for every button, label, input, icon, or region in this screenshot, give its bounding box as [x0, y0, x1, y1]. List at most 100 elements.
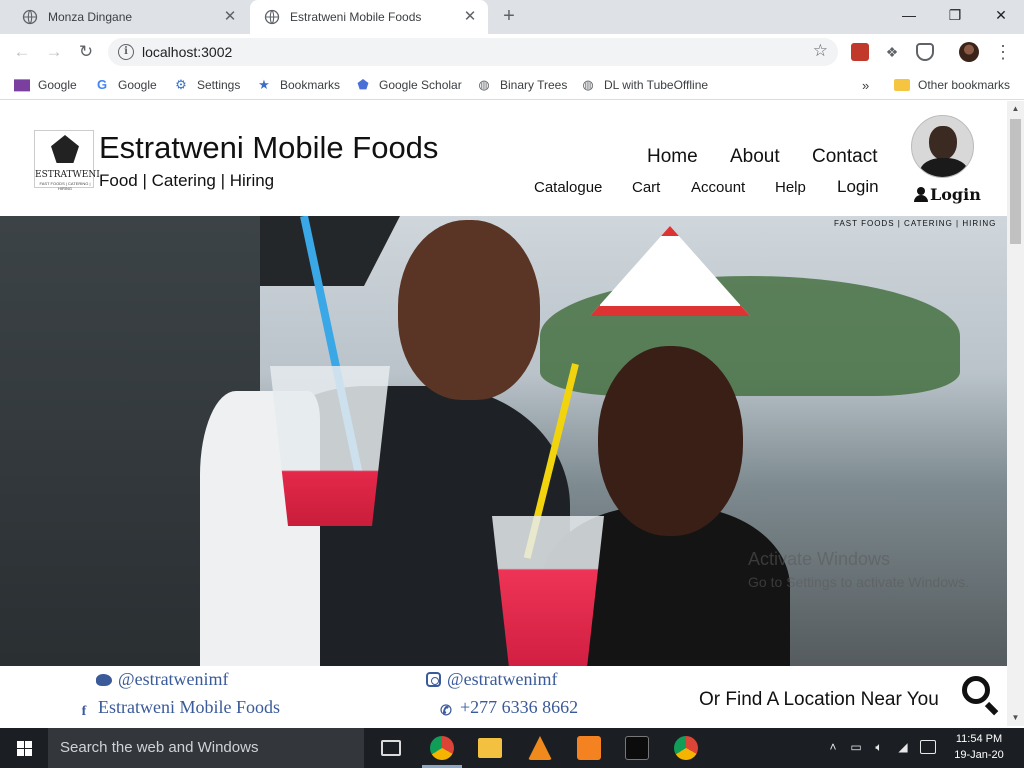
- new-tab-button[interactable]: +: [498, 6, 520, 28]
- nav-cart[interactable]: Cart: [632, 179, 660, 196]
- hero-drink-cup: [270, 366, 390, 526]
- facebook-link[interactable]: f Estratweni Mobile Foods: [76, 697, 280, 720]
- close-window-button[interactable]: ✕: [978, 0, 1024, 30]
- scroll-up-arrow-icon[interactable]: ▲: [1011, 104, 1020, 113]
- nav-help[interactable]: Help: [775, 179, 806, 196]
- twitter-handle: @estratwenimf: [118, 669, 229, 689]
- bookmark-star-icon[interactable]: ☆: [813, 41, 828, 61]
- start-button[interactable]: [0, 728, 48, 768]
- google-icon: G: [96, 77, 108, 92]
- login-button[interactable]: Login: [914, 185, 981, 204]
- hero-road-sign: [590, 226, 750, 316]
- scholar-icon: ⬟: [357, 77, 369, 92]
- bookmark-gmail[interactable]: Google: [14, 76, 77, 94]
- vlc-icon[interactable]: [528, 736, 552, 760]
- site-footer: @estratwenimf f Estratweni Mobile Foods @…: [0, 666, 1007, 726]
- activation-watermark-title: Activate Windows: [748, 549, 891, 569]
- back-arrow-icon[interactable]: ←: [10, 40, 34, 64]
- menu-kebab-icon[interactable]: ⋮: [994, 41, 1012, 63]
- dropbox-icon[interactable]: ❖: [883, 43, 901, 61]
- globe-icon: ◍: [582, 77, 594, 92]
- globe-icon: [264, 9, 280, 25]
- whatsapp-link[interactable]: ✆ +277 6336 8662: [438, 697, 578, 720]
- bookmark-label: DL with TubeOffline: [604, 78, 709, 92]
- action-center-icon[interactable]: [920, 740, 936, 754]
- instagram-icon: [426, 672, 441, 687]
- twitter-link[interactable]: @estratwenimf: [96, 669, 229, 690]
- chrome-icon[interactable]: [430, 736, 454, 760]
- hero-drink-cup: [492, 516, 604, 666]
- other-bookmarks-folder[interactable]: Other bookmarks: [894, 76, 1010, 94]
- nav-home[interactable]: Home: [647, 146, 698, 168]
- globe-icon: [22, 9, 38, 25]
- page-scrollbar[interactable]: ▲ ▼: [1007, 101, 1024, 726]
- facebook-icon: f: [81, 704, 87, 719]
- wifi-icon[interactable]: ◢: [896, 740, 910, 754]
- bookmark-label: Other bookmarks: [918, 78, 1011, 92]
- clock-time: 11:54 PM: [955, 733, 1003, 745]
- battery-icon[interactable]: ▭: [849, 740, 863, 754]
- activation-watermark-hint: Go to Settings to activate Windows.: [748, 574, 969, 590]
- url-text[interactable]: localhost:3002: [142, 44, 232, 60]
- brand-tagline: Food | Catering | Hiring: [99, 171, 275, 190]
- pocket-icon[interactable]: [916, 43, 934, 61]
- reload-icon[interactable]: ↻: [74, 40, 98, 64]
- scrollbar-thumb[interactable]: [1010, 119, 1021, 244]
- instagram-link[interactable]: @estratwenimf: [426, 669, 558, 690]
- windows-logo-icon: [17, 741, 32, 756]
- hero-tagline: FAST FOODS | CATERING | HIRING: [834, 219, 997, 228]
- location-finder-text[interactable]: Or Find A Location Near You: [699, 689, 939, 711]
- extension-icon[interactable]: [851, 43, 869, 61]
- chrome-icon[interactable]: [674, 736, 698, 760]
- close-icon[interactable]: ✕: [222, 9, 238, 25]
- bookmark-tubeoffline[interactable]: ◍ DL with TubeOffline: [580, 76, 708, 94]
- tab-strip: Monza Dingane ✕ Estratweni Mobile Foods …: [0, 0, 1024, 34]
- scroll-down-arrow-icon[interactable]: ▼: [1011, 713, 1020, 722]
- profile-avatar[interactable]: [959, 42, 979, 62]
- search-icon[interactable]: [962, 676, 999, 716]
- bookmark-google[interactable]: G Google: [94, 76, 157, 94]
- globe-icon: ◍: [478, 77, 490, 92]
- nav-about[interactable]: About: [730, 146, 780, 168]
- bookmark-label: Google: [38, 78, 77, 92]
- tab-estratweni[interactable]: Estratweni Mobile Foods ✕: [250, 0, 488, 34]
- address-bar[interactable]: i localhost:3002 ☆: [108, 38, 838, 66]
- login-label: Login: [930, 185, 981, 204]
- bookmark-settings[interactable]: ⚙ Settings: [173, 76, 240, 94]
- windows-taskbar: Search the web and Windows ˄ ▭ 🔈︎ ◢ 11:5…: [0, 728, 1024, 768]
- more-bookmarks-button[interactable]: »: [862, 76, 869, 94]
- gear-icon: ⚙: [175, 77, 187, 92]
- restore-button[interactable]: ❐: [932, 0, 978, 30]
- sublime-text-icon[interactable]: [577, 736, 601, 760]
- tab-monza-dingane[interactable]: Monza Dingane ✕: [8, 0, 248, 34]
- command-prompt-icon[interactable]: [625, 736, 649, 760]
- search-ring: [962, 676, 990, 704]
- minimize-button[interactable]: —: [886, 0, 932, 30]
- info-icon[interactable]: i: [118, 44, 134, 60]
- system-clock[interactable]: 11:54 PM 19-Jan-20: [950, 731, 1008, 763]
- forward-arrow-icon[interactable]: →: [42, 40, 66, 64]
- nav-login[interactable]: Login: [837, 177, 879, 197]
- file-explorer-icon[interactable]: [478, 738, 502, 758]
- bookmark-bookmarks[interactable]: ★ Bookmarks: [256, 76, 340, 94]
- close-icon[interactable]: ✕: [462, 9, 478, 25]
- whatsapp-icon: ✆: [440, 704, 452, 719]
- gmail-icon: [14, 79, 30, 92]
- hero-trees: [540, 276, 960, 396]
- bookmark-google-scholar[interactable]: ⬟ Google Scholar: [355, 76, 461, 94]
- task-view-icon[interactable]: [381, 740, 401, 756]
- nav-contact[interactable]: Contact: [812, 146, 877, 168]
- logo-text: ESTRATWENI: [35, 170, 100, 180]
- bookmark-binary-trees[interactable]: ◍ Binary Trees: [476, 76, 567, 94]
- star-icon: ★: [258, 77, 270, 92]
- nav-catalogue[interactable]: Catalogue: [534, 179, 602, 196]
- bookmarks-bar: Google G Google ⚙ Settings ★ Bookmarks ⬟ Goo…: [0, 70, 1024, 100]
- taskbar-search-box[interactable]: Search the web and Windows: [48, 728, 364, 768]
- search-handle: [984, 701, 999, 716]
- chevron-up-icon[interactable]: ˄: [826, 740, 840, 754]
- user-avatar[interactable]: [911, 115, 974, 178]
- nav-account[interactable]: Account: [691, 179, 745, 196]
- volume-icon[interactable]: 🔈︎: [872, 740, 886, 754]
- avatar-head: [929, 126, 957, 160]
- site-logo[interactable]: ESTRATWENI FAST FOODS | CATERING | HIRIN…: [34, 130, 100, 191]
